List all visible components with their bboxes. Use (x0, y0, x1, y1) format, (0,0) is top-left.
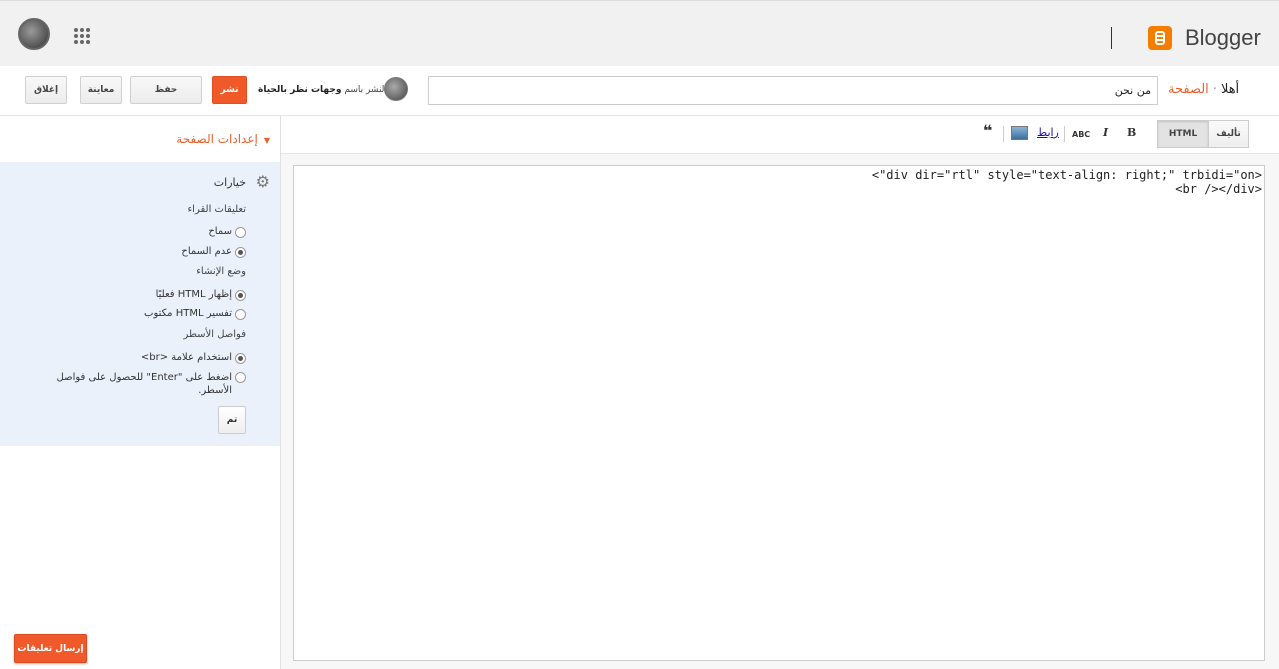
divider (1111, 27, 1112, 49)
action-bar: إغلاق معاينة حفظ نشر النشر باسم وجهات نظ… (0, 66, 1279, 116)
breadcrumb: أهلا ·الصفحة (1168, 82, 1239, 97)
quote-icon[interactable]: ❝ (983, 123, 992, 139)
linebreak-enter-option[interactable]: اضغط على "Enter" للحصول على فواصل الأسطر… (36, 371, 246, 397)
radio-comments-allow[interactable] (235, 227, 246, 238)
italic-icon[interactable]: I (1103, 126, 1108, 140)
radio-show-html[interactable] (235, 290, 246, 301)
comments-allow-option[interactable]: سماح (208, 226, 246, 238)
comments-allow-label: سماح (208, 226, 232, 237)
breadcrumb-separator: · (1212, 82, 1217, 97)
blogger-logo-icon[interactable] (1148, 26, 1172, 50)
caret-down-icon: ▼ (263, 136, 270, 145)
radio-interpret-html[interactable] (235, 309, 246, 320)
compose-interpret-html-option[interactable]: تفسير HTML مكتوب (144, 308, 246, 320)
compose-mode-label: وضع الإنشاء (196, 266, 246, 277)
page-settings-toggle[interactable]: ▼ إعدادات الصفحة (176, 132, 270, 146)
editor-area: HTML تأليف B I ABC رابط ❝ <"div dir="rtl… (281, 116, 1279, 669)
insert-image-icon[interactable] (1011, 126, 1028, 140)
app-name[interactable]: Blogger (1185, 25, 1261, 51)
publish-as-text: النشر باسم وجهات نظر بالحياة (258, 85, 387, 95)
press-enter-label: اضغط على "Enter" للحصول على فواصل الأسطر… (56, 372, 232, 396)
comments-disallow-option[interactable]: عدم السماح (181, 246, 246, 258)
top-bar: Blogger (0, 0, 1279, 66)
code-line: <br /></div> (1175, 182, 1262, 196)
radio-comments-disallow[interactable] (235, 247, 246, 258)
user-avatar[interactable] (18, 18, 50, 50)
spellcheck-icon[interactable]: ABC (1072, 128, 1090, 142)
editor-toolbar: HTML تأليف B I ABC رابط ❝ (281, 116, 1279, 154)
show-html-label: إظهار HTML فعليًا (155, 289, 232, 300)
linebreak-br-option[interactable]: استخدام علامة <br> (141, 352, 246, 364)
blog-avatar (384, 77, 408, 101)
interpret-html-label: تفسير HTML مكتوب (144, 308, 232, 319)
toolbar-divider (1064, 126, 1065, 142)
options-title: خيارات (213, 176, 246, 189)
toolbar-divider (1003, 126, 1004, 142)
gear-icon: ⚙ (255, 172, 270, 191)
use-br-label: استخدام علامة <br> (140, 352, 232, 363)
publish-as-prefix: النشر باسم (344, 85, 387, 95)
options-panel: ⚙ خيارات تعليقات القراء سماح عدم السماح … (0, 162, 280, 446)
page-title-input[interactable] (428, 76, 1158, 105)
radio-use-br[interactable] (235, 353, 246, 364)
code-line: <"div dir="rtl" style="text-align: right… (871, 168, 1262, 182)
send-feedback-button[interactable]: إرسال تعليقات (14, 634, 87, 663)
sidebar: ▼ إعدادات الصفحة ⚙ خيارات تعليقات القراء … (0, 116, 281, 669)
bold-icon[interactable]: B (1127, 126, 1136, 140)
done-button[interactable]: تم (218, 406, 246, 434)
apps-grid-icon[interactable] (74, 28, 90, 44)
close-button[interactable]: إغلاق (25, 76, 67, 104)
breadcrumb-page: الصفحة (1168, 82, 1209, 97)
link-button[interactable]: رابط (1037, 126, 1059, 140)
page-settings-label: إعدادات الصفحة (176, 132, 258, 146)
breadcrumb-blog-name[interactable]: أهلا (1221, 82, 1239, 97)
comments-label: تعليقات القراء (187, 204, 246, 215)
preview-button[interactable]: معاينة (80, 76, 122, 104)
compose-show-html-option[interactable]: إظهار HTML فعليًا (156, 289, 246, 301)
comments-disallow-label: عدم السماح (181, 246, 232, 257)
line-breaks-label: فواصل الأسطر (183, 329, 246, 340)
editor-mode-switch: HTML تأليف (1157, 120, 1249, 148)
html-code-editor[interactable]: <"div dir="rtl" style="text-align: right… (293, 165, 1265, 661)
compose-mode-button[interactable]: تأليف (1209, 120, 1249, 148)
publish-as-name: وجهات نظر بالحياة (258, 85, 342, 95)
save-button[interactable]: حفظ (130, 76, 202, 104)
html-mode-button[interactable]: HTML (1157, 120, 1209, 148)
radio-press-enter[interactable] (235, 372, 246, 383)
publish-button[interactable]: نشر (212, 76, 247, 104)
